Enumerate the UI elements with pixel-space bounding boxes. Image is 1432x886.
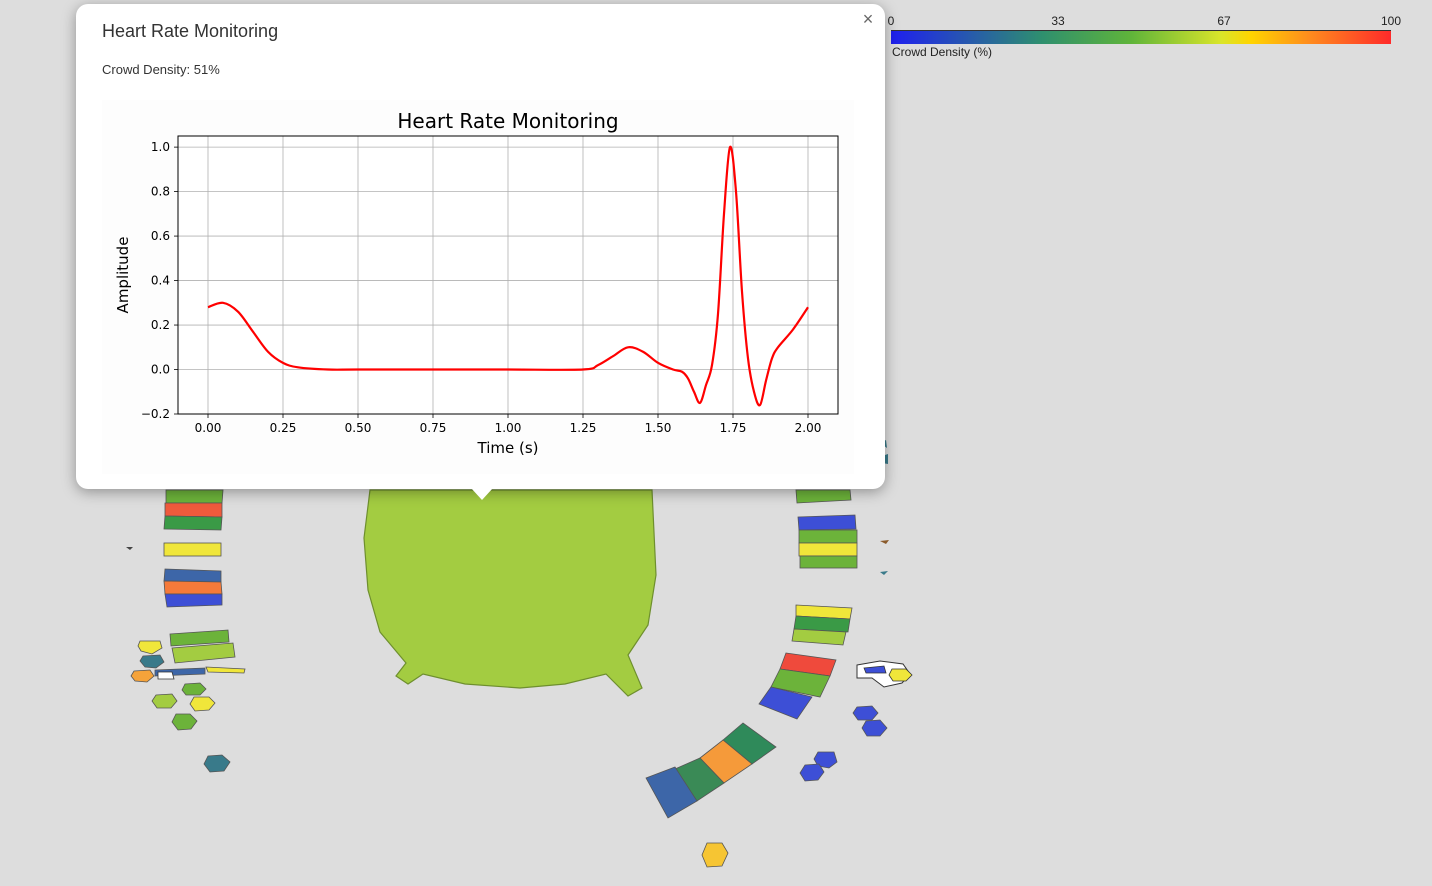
chart-svg: 0.00 0.25 0.50 0.75 1.00 1.25 1.50 1.75 2.00 −0.2… — [114, 109, 839, 457]
y-tick-label: 0.0 — [151, 363, 170, 377]
section[interactable] — [157, 671, 175, 680]
section[interactable] — [203, 754, 231, 773]
marker — [880, 571, 888, 575]
section[interactable] — [165, 489, 224, 504]
legend-tick: 67 — [1217, 14, 1231, 28]
section[interactable] — [137, 640, 163, 655]
x-tick-label: 1.25 — [570, 421, 597, 435]
marker — [880, 540, 889, 544]
section[interactable] — [181, 682, 207, 696]
section[interactable] — [799, 763, 825, 782]
y-tick-label: 0.8 — [151, 185, 170, 199]
section[interactable] — [130, 669, 155, 683]
close-icon[interactable]: × — [859, 9, 877, 29]
section[interactable] — [164, 502, 223, 518]
section[interactable] — [799, 555, 858, 569]
x-tick-label: 0.50 — [345, 421, 372, 435]
section[interactable] — [701, 842, 729, 868]
section[interactable] — [852, 705, 879, 721]
x-tick-label: 1.75 — [720, 421, 747, 435]
heart-rate-chart: 0.00 0.25 0.50 0.75 1.00 1.25 1.50 1.75 2.00 −0.2… — [102, 100, 854, 474]
section[interactable] — [163, 542, 222, 557]
section[interactable] — [163, 568, 222, 583]
x-tick-label: 1.00 — [495, 421, 522, 435]
section-popup: × Heart Rate Monitoring Crowd Density: 5… — [76, 4, 885, 500]
section[interactable] — [164, 593, 223, 608]
section[interactable] — [171, 713, 198, 731]
section[interactable] — [861, 719, 888, 737]
popup-title: Heart Rate Monitoring — [102, 21, 279, 41]
x-tick-label: 0.00 — [195, 421, 222, 435]
crowd-density-text: Crowd Density: 51% — [102, 62, 220, 77]
section[interactable] — [163, 580, 223, 595]
x-axis-label: Time (s) — [477, 439, 539, 457]
y-tick-label: 0.4 — [151, 274, 170, 288]
y-tick-label: 0.6 — [151, 229, 170, 243]
section[interactable] — [151, 693, 178, 709]
section[interactable] — [171, 642, 236, 664]
section[interactable] — [798, 529, 858, 544]
y-tick-label: −0.2 — [141, 407, 170, 421]
section[interactable] — [795, 489, 852, 504]
y-axis-label: Amplitude — [114, 237, 132, 314]
section[interactable] — [888, 668, 913, 682]
section[interactable] — [163, 515, 223, 531]
y-tick-label: 1.0 — [151, 140, 170, 154]
popup-tip — [471, 488, 493, 500]
section[interactable] — [139, 654, 165, 669]
x-tick-label: 2.00 — [795, 421, 822, 435]
field-area[interactable] — [363, 489, 657, 697]
legend-caption: Crowd Density (%) — [892, 45, 993, 59]
x-tick-label: 0.25 — [270, 421, 297, 435]
density-legend: 0 33 67 100 Crowd Density (%) — [888, 12, 1408, 62]
y-tick-label: 0.2 — [151, 318, 170, 332]
legend-tick: 100 — [1380, 14, 1402, 28]
section[interactable] — [798, 542, 858, 557]
section[interactable] — [189, 696, 216, 712]
legend-tick: 33 — [1051, 14, 1065, 28]
section[interactable] — [205, 666, 246, 674]
section[interactable] — [169, 629, 230, 647]
chart-title: Heart Rate Monitoring — [397, 109, 618, 133]
x-tick-label: 0.75 — [420, 421, 447, 435]
legend-gradient-bar — [891, 30, 1391, 44]
x-tick-label: 1.50 — [645, 421, 672, 435]
section[interactable] — [797, 514, 857, 531]
section[interactable] — [791, 628, 847, 646]
legend-tick: 0 — [887, 14, 895, 28]
marker — [126, 547, 133, 550]
